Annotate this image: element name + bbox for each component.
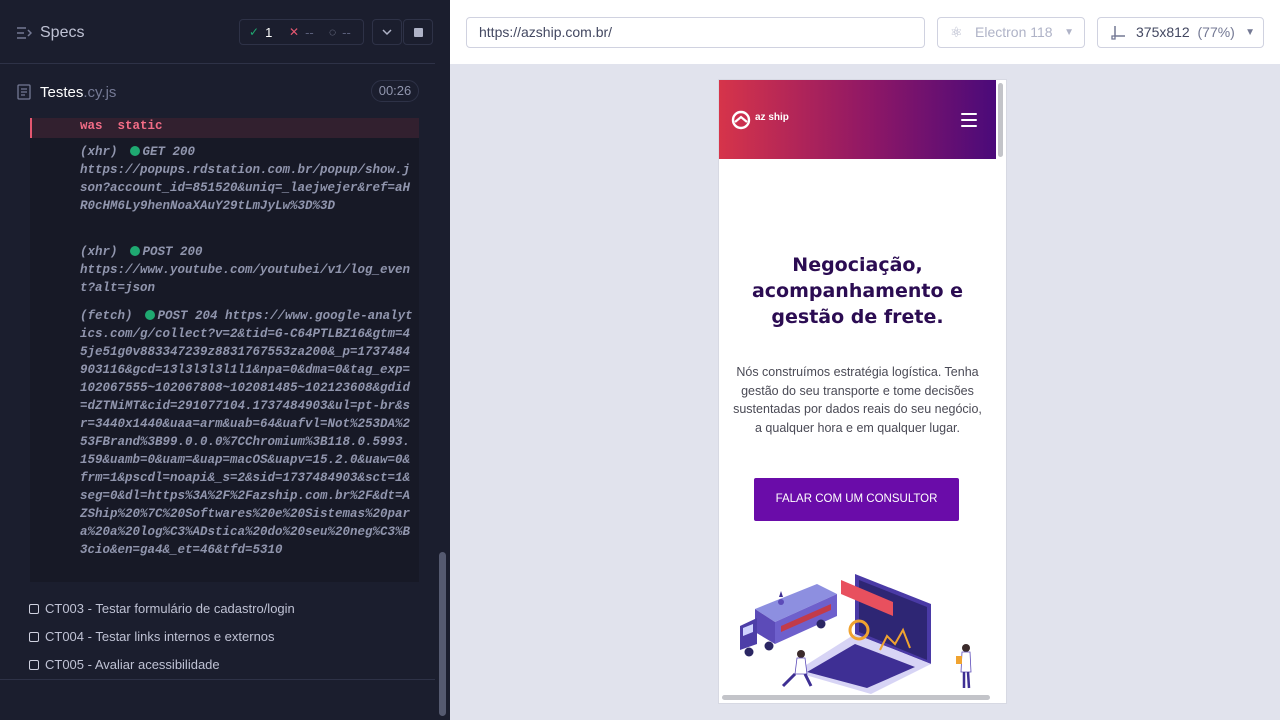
stop-icon bbox=[414, 28, 423, 37]
hero-description: Nós construímos estratégia logística. Te… bbox=[733, 365, 982, 435]
test-item[interactable]: CT004 - Testar links internos e externos bbox=[0, 624, 435, 652]
log-static-line[interactable]: was static bbox=[30, 118, 419, 138]
log-method: GET 200 bbox=[142, 145, 196, 159]
chevron-down-icon: ▼ bbox=[1245, 27, 1255, 38]
command-log: was static (xhr) GET 200 https://popups.r… bbox=[30, 118, 419, 582]
divider bbox=[0, 679, 435, 680]
log-url: https://www.youtube.com/youtubei/v1/log_… bbox=[80, 263, 411, 295]
log-entry-fetch-post[interactable]: (fetch) POST 204 https://www.google-analy… bbox=[80, 307, 416, 559]
aut-panel: https://azship.com.br/ ⚛ Electron 118 ▼ … bbox=[450, 0, 1280, 720]
checkbox-icon bbox=[29, 604, 39, 614]
log-prefix: (xhr) bbox=[80, 245, 118, 259]
specs-title[interactable]: Specs bbox=[40, 24, 84, 42]
status-dot-icon bbox=[129, 246, 140, 256]
aut-vertical-scrollbar[interactable] bbox=[998, 83, 1003, 157]
menu-icon[interactable] bbox=[961, 113, 977, 127]
status-dot-icon bbox=[144, 310, 155, 320]
browser-label: Electron 118 bbox=[975, 24, 1053, 40]
log-url: https://popups.rdstation.com.br/popup/sh… bbox=[80, 163, 411, 213]
checkbox-icon bbox=[29, 660, 39, 670]
logistics-illustration bbox=[740, 574, 972, 694]
url-field[interactable]: https://azship.com.br/ bbox=[466, 17, 925, 48]
chevron-down-icon bbox=[382, 29, 392, 36]
failed-count: -- bbox=[305, 24, 314, 40]
status-dot-icon bbox=[129, 146, 140, 156]
log-method: POST 200 bbox=[142, 245, 203, 259]
pending-count: -- bbox=[342, 24, 351, 40]
passed-stat: ✓ 1 bbox=[249, 25, 279, 40]
test-item[interactable]: CT003 - Testar formulário de cadastro/lo… bbox=[0, 596, 435, 624]
log-url: https://www.google-analytics.com/g/colle… bbox=[80, 309, 413, 557]
hero-title-line: Negociação, bbox=[792, 254, 923, 276]
hero-title-line: gestão de frete. bbox=[771, 306, 944, 328]
chevron-down-icon: ▼ bbox=[1064, 27, 1074, 38]
log-method: POST 204 bbox=[157, 309, 218, 323]
logo-text[interactable]: az ship bbox=[755, 112, 789, 123]
browser-selector[interactable]: ⚛ Electron 118 ▼ bbox=[937, 17, 1085, 48]
pending-stat: ◌ -- bbox=[329, 25, 359, 40]
runner-toolbar: https://azship.com.br/ ⚛ Electron 118 ▼ … bbox=[450, 0, 1280, 64]
stats-group: ✓ 1 ✕ -- ◌ -- bbox=[239, 19, 364, 45]
spec-file-header[interactable]: Testes.cy.js 00:26 bbox=[0, 64, 435, 118]
toggle-auto-scroll-button[interactable] bbox=[372, 19, 402, 45]
stop-button[interactable] bbox=[403, 19, 433, 45]
checkbox-icon bbox=[29, 632, 39, 642]
reporter-scrollbar[interactable] bbox=[435, 64, 450, 720]
spec-duration: 00:26 bbox=[371, 80, 419, 102]
test-label: CT003 - Testar formulário de cadastro/lo… bbox=[45, 601, 295, 616]
viewport-label: 375x812 (77%) bbox=[1136, 18, 1235, 47]
hero-title: Negociação, acompanhamento e gestão de f… bbox=[719, 252, 996, 330]
spinner-icon: ◌ bbox=[329, 25, 337, 39]
specs-icon[interactable] bbox=[16, 25, 32, 41]
reporter-header: Specs ✓ 1 ✕ -- ◌ -- bbox=[0, 0, 435, 64]
site-header: az ship bbox=[719, 80, 996, 159]
log-prefix: (fetch) bbox=[80, 309, 133, 323]
test-item[interactable]: CT005 - Avaliar acessibilidade bbox=[0, 652, 435, 680]
log-static-text: was static bbox=[80, 119, 163, 133]
hero-title-line: acompanhamento e bbox=[751, 280, 964, 302]
passed-count: 1 bbox=[265, 24, 273, 40]
electron-icon: ⚛ bbox=[950, 24, 963, 40]
spec-file-name: Testes.cy.js bbox=[40, 84, 116, 101]
scrollbar-thumb[interactable] bbox=[439, 552, 446, 716]
test-label: CT005 - Avaliar acessibilidade bbox=[45, 657, 220, 672]
viewport-icon bbox=[1111, 26, 1125, 40]
viewport-size: 375x812 bbox=[1136, 24, 1190, 40]
test-list: CT003 - Testar formulário de cadastro/lo… bbox=[0, 596, 435, 680]
spec-file-ext: .cy.js bbox=[83, 84, 117, 101]
failed-stat: ✕ -- bbox=[289, 25, 319, 40]
test-label: CT004 - Testar links internos e externos bbox=[45, 629, 275, 644]
reporter-panel: Specs ✓ 1 ✕ -- ◌ -- Testes.cy.js 00:26 w… bbox=[0, 0, 450, 720]
contact-consultant-button[interactable]: FALAR COM UM CONSULTOR bbox=[754, 478, 959, 521]
log-entry-xhr-get[interactable]: (xhr) GET 200 https://popups.rdstation.co… bbox=[80, 143, 416, 215]
file-icon bbox=[17, 84, 31, 100]
log-entry-xhr-post[interactable]: (xhr) POST 200 https://www.youtube.com/yo… bbox=[80, 243, 416, 297]
spec-file-base: Testes bbox=[40, 84, 84, 101]
log-prefix: (xhr) bbox=[80, 145, 118, 159]
check-icon: ✓ bbox=[249, 25, 260, 39]
viewport-scale: (77%) bbox=[1197, 24, 1235, 40]
app-under-test-frame[interactable]: az ship Negociação, acompanhamento e ges… bbox=[718, 79, 1007, 704]
viewport-selector[interactable]: 375x812 (77%) ▼ bbox=[1097, 17, 1264, 48]
x-icon: ✕ bbox=[289, 25, 300, 39]
azship-logo-icon[interactable] bbox=[731, 110, 751, 130]
aut-horizontal-scrollbar[interactable] bbox=[722, 695, 990, 700]
